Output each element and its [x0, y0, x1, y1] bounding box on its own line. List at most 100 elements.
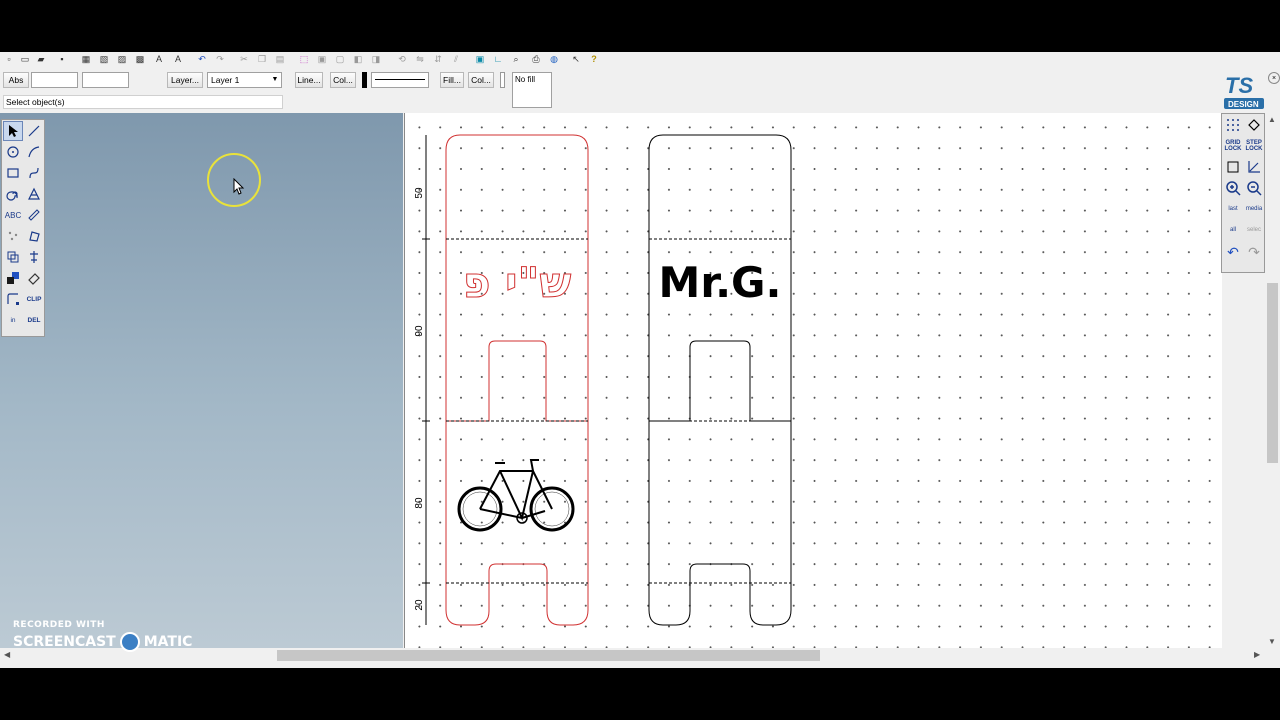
layer-select[interactable]: Layer 1 ▼	[207, 72, 282, 88]
ungroup-icon[interactable]: ▢	[334, 53, 346, 65]
text-outline-icon[interactable]: A	[172, 53, 184, 65]
fill-bucket-icon[interactable]	[1244, 115, 1264, 135]
black-template-outline	[648, 134, 792, 626]
undo-icon[interactable]: ↶	[1223, 242, 1243, 262]
step-lock-icon[interactable]: STEP LOCK	[1244, 136, 1264, 156]
insert-tool-icon[interactable]: in	[3, 310, 23, 330]
scroll-left-icon[interactable]: ◀	[4, 650, 10, 659]
red-template-outline	[445, 134, 589, 626]
select-arrow-icon[interactable]	[3, 121, 23, 141]
scroll-up-icon[interactable]: ▲	[1268, 115, 1276, 124]
abs-button[interactable]: Abs	[3, 72, 29, 88]
frame-icon[interactable]	[1223, 157, 1243, 177]
vertical-scroll-thumb[interactable]	[1267, 283, 1278, 463]
zoom-last-icon[interactable]: last	[1223, 199, 1243, 219]
drawing-canvas[interactable]: 50 90 80 20 ש"י פ Mr.G.	[404, 113, 1222, 648]
import-icon[interactable]: ▨	[116, 53, 128, 65]
zoom-out-icon[interactable]	[1244, 178, 1264, 198]
y-coordinate-input[interactable]	[82, 72, 129, 88]
text-tool-icon[interactable]: ABC	[3, 205, 23, 225]
fill-button[interactable]: Fill...	[440, 72, 464, 88]
line-glyph	[28, 125, 40, 137]
rectangle-tool-icon[interactable]	[3, 163, 23, 183]
eraser-tool-icon[interactable]	[24, 268, 44, 288]
redo-toolbar-icon[interactable]: ↷	[214, 53, 226, 65]
layer-button[interactable]: Layer...	[167, 72, 203, 88]
help-icon[interactable]: ?	[588, 53, 600, 65]
scroll-down-icon[interactable]: ▼	[1268, 637, 1276, 646]
image-icon[interactable]: ▩	[134, 53, 146, 65]
rectangle-glyph	[7, 168, 19, 178]
mirror-icon[interactable]: ⇋	[414, 53, 426, 65]
cut-icon[interactable]: ✂	[238, 53, 250, 65]
context-help-icon[interactable]: ↖	[570, 53, 582, 65]
new-file-icon[interactable]: ▫	[3, 53, 15, 65]
print-setup-icon[interactable]: ▦	[80, 53, 92, 65]
zoom-out-glyph	[1247, 181, 1262, 196]
zoom-all-icon[interactable]: all	[1223, 220, 1243, 240]
export-icon[interactable]: ▧	[98, 53, 110, 65]
circle-glyph	[7, 146, 19, 158]
text-style-icon[interactable]: A	[153, 53, 165, 65]
rotate-icon[interactable]: ⟲	[396, 53, 408, 65]
measure-tool-icon[interactable]	[24, 205, 44, 225]
ruler-icon[interactable]: ∟	[492, 53, 504, 65]
copy-icon[interactable]: ❐	[256, 53, 268, 65]
grid-icon[interactable]	[1223, 115, 1243, 135]
open-file-icon[interactable]: ▭	[19, 53, 31, 65]
skew-icon[interactable]: ⫽	[450, 53, 462, 65]
group-icon[interactable]: ▣	[316, 53, 328, 65]
zoom-selection-icon[interactable]: selec	[1244, 220, 1264, 240]
watermark-recorded-text: RECORDED WITH	[13, 620, 105, 630]
magnify-icon[interactable]: ⌕	[510, 53, 522, 65]
select-all-icon[interactable]: ⬚	[298, 53, 310, 65]
eraser-glyph	[28, 273, 40, 285]
open-folder-icon[interactable]: ▰	[35, 53, 47, 65]
line-button[interactable]: Line...	[295, 72, 323, 88]
redo-icon[interactable]: ↷	[1244, 242, 1264, 262]
print-icon[interactable]: ⎙	[530, 53, 542, 65]
line-style-preview[interactable]	[371, 72, 429, 88]
group-tool-icon[interactable]	[3, 247, 23, 267]
send-back-icon[interactable]: ◨	[370, 53, 382, 65]
clip-tool-icon[interactable]: CLIP	[24, 289, 44, 309]
flip-icon[interactable]: ⇵	[432, 53, 444, 65]
align-tool-icon[interactable]	[24, 247, 44, 267]
arc-tool-icon[interactable]	[24, 142, 44, 162]
zoom-in-icon[interactable]	[1223, 178, 1243, 198]
bring-front-icon[interactable]: ◧	[352, 53, 364, 65]
red-template[interactable]: ש"י פ	[445, 134, 589, 626]
vertical-scrollbar[interactable]: ▲ ▼	[1265, 113, 1280, 648]
x-coordinate-input[interactable]	[31, 72, 78, 88]
hebrew-name-text: ש"י פ	[463, 258, 571, 307]
color-tool-icon[interactable]	[3, 268, 23, 288]
black-template[interactable]: Mr.G.	[648, 134, 792, 626]
transform-tool-icon[interactable]	[24, 226, 44, 246]
shape-tool-icon[interactable]	[24, 184, 44, 204]
circle-tool-icon[interactable]	[3, 142, 23, 162]
axis-icon[interactable]	[1244, 157, 1264, 177]
line-color-button[interactable]: Col...	[330, 72, 356, 88]
close-icon[interactable]: ×	[1268, 72, 1280, 84]
points-tool-icon[interactable]	[3, 226, 23, 246]
network-icon[interactable]: ◍	[548, 53, 560, 65]
ts-design-logo-graphic: TS DESIGN	[1224, 73, 1264, 109]
name-text: Mr.G.	[659, 258, 782, 307]
paste-icon[interactable]: ▤	[274, 53, 286, 65]
dimension-label-top: 50	[414, 187, 425, 199]
dimension-label-lower: 80	[414, 497, 425, 509]
curve-tool-icon[interactable]	[24, 163, 44, 183]
grid-lock-icon[interactable]: GRID LOCK	[1223, 136, 1243, 156]
scroll-right-icon[interactable]: ▶	[1254, 650, 1260, 659]
undo-toolbar-icon[interactable]: ↶	[196, 53, 208, 65]
horizontal-scroll-thumb[interactable]	[277, 650, 820, 661]
zoom-media-icon[interactable]: media	[1244, 199, 1264, 219]
spiral-tool-icon[interactable]	[3, 184, 23, 204]
delete-tool-icon[interactable]: DEL	[24, 310, 44, 330]
save-icon[interactable]: ▪	[56, 53, 68, 65]
fill-color-button[interactable]: Col...	[468, 72, 494, 88]
line-tool-icon[interactable]	[24, 121, 44, 141]
node-tool-icon[interactable]	[3, 289, 23, 309]
frame-toolbar-icon[interactable]: ▣	[474, 53, 486, 65]
mouse-cursor-icon	[233, 178, 245, 195]
